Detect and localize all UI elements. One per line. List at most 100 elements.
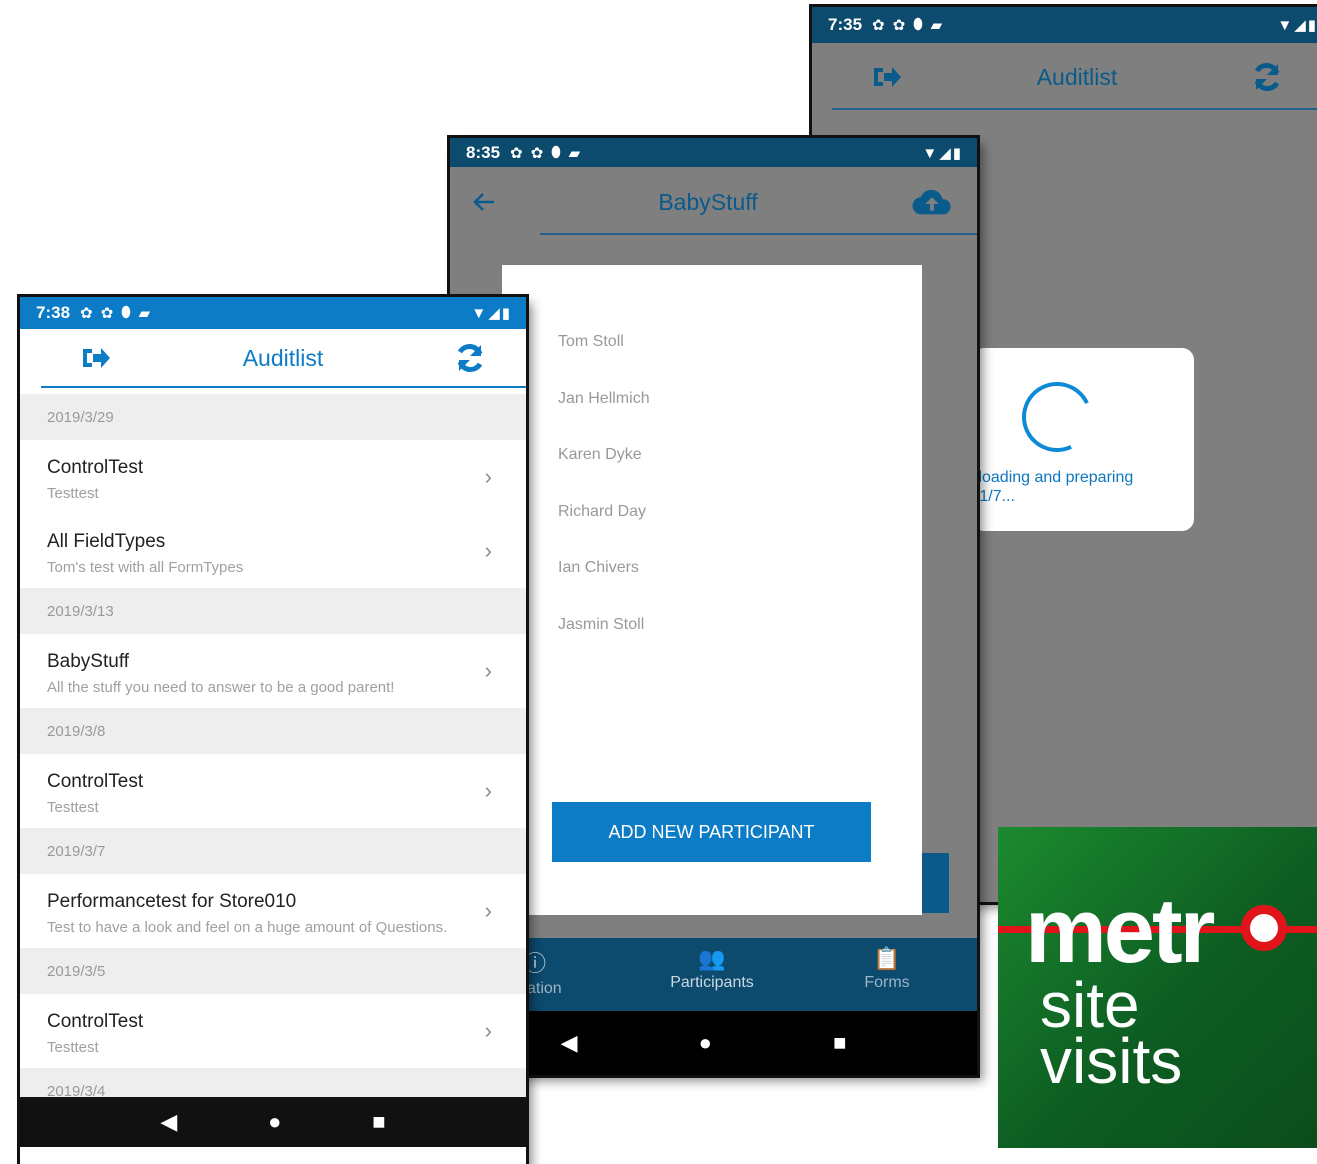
divider	[540, 233, 977, 235]
metro-site-visits-logo: metr site visits	[998, 827, 1317, 1148]
date-header: 2019/3/13	[20, 588, 526, 634]
back-triangle-icon[interactable]: ◀	[561, 1030, 578, 1056]
bottom-navigation: ⓘ rmation 👥 Participants 📋 Forms	[450, 938, 977, 1011]
signal-battery-icons: ▼◢▮	[1277, 17, 1317, 34]
tab-forms[interactable]: 📋 Forms	[822, 946, 952, 992]
recents-square-icon[interactable]: ■	[833, 1030, 846, 1056]
item-title: ControlTest	[47, 771, 144, 792]
add-new-participant-button[interactable]: ADD NEW PARTICIPANT	[552, 802, 871, 862]
gear-icon: ✿	[100, 305, 114, 322]
date-header: 2019/3/5	[20, 948, 526, 994]
tab-participants[interactable]: 👥 Participants	[647, 946, 777, 992]
participant-picker-sheet: Tom Stoll Jan Hellmich Karen Dyke Richar…	[502, 265, 922, 915]
item-subtitle: Tom's test with all FormTypes	[47, 559, 244, 576]
list-item[interactable]: BabyStuff All the stuff you need to answ…	[20, 634, 526, 708]
participant-item[interactable]: Jan Hellmich	[558, 390, 650, 447]
gear-icon: ✿	[510, 144, 523, 162]
status-bar: 8:35 ✿ ✿ ⬮ ▰ ▼◢▮	[450, 138, 977, 167]
sdcard-icon: ▰	[930, 17, 943, 34]
participant-item[interactable]: Karen Dyke	[558, 446, 650, 503]
sdcard-icon: ▰	[138, 305, 151, 322]
refresh-icon[interactable]	[450, 338, 490, 378]
shield-icon: ⬮	[551, 143, 561, 161]
chevron-right-icon: ›	[484, 464, 492, 489]
home-circle-icon[interactable]: ●	[699, 1030, 712, 1056]
logo-site-visits-text: site visits	[1040, 973, 1183, 1097]
item-title: ControlTest	[47, 457, 144, 478]
item-subtitle: All the stuff you need to answer to be a…	[47, 679, 395, 696]
app-bar: Auditlist	[20, 329, 526, 387]
status-time: 8:35	[466, 142, 501, 162]
status-bar: 7:35 ✿ ✿ ⬮ ▰ ▼◢▮	[812, 7, 1317, 43]
back-arrow-icon[interactable]	[464, 182, 504, 222]
participant-item[interactable]: Jasmin Stoll	[558, 616, 650, 673]
signal-battery-icons: ▼◢▮	[471, 305, 512, 322]
logo-station-dot	[1241, 905, 1287, 951]
divider	[832, 108, 1317, 110]
chevron-right-icon: ›	[484, 778, 492, 803]
recents-square-icon[interactable]: ■	[372, 1109, 385, 1135]
list-item[interactable]: All FieldTypes Tom's test with all FormT…	[20, 514, 526, 588]
back-triangle-icon[interactable]: ◀	[160, 1109, 177, 1135]
list-item[interactable]: ControlTest Testtest ›	[20, 440, 526, 514]
tab-label: Participants	[670, 974, 754, 991]
status-icons: ✿ ✿ ⬮ ▰	[80, 304, 150, 322]
divider	[41, 386, 526, 388]
home-circle-icon[interactable]: ●	[268, 1109, 281, 1135]
app-bar: Auditlist	[812, 43, 1317, 111]
date-header: 2019/3/8	[20, 708, 526, 754]
system-navigation-bar: ◀ ● ■	[20, 1097, 526, 1147]
gear-icon: ✿	[892, 17, 906, 34]
item-title: ControlTest	[47, 1011, 144, 1032]
status-bar: 7:38 ✿ ✿ ⬮ ▰ ▼◢▮	[20, 297, 526, 329]
chevron-right-icon: ›	[484, 1018, 492, 1043]
signal-battery-icons: ▼◢▮	[922, 144, 963, 162]
item-subtitle: Testtest	[47, 485, 99, 502]
page-title: Auditlist	[1036, 63, 1118, 90]
participant-item[interactable]: Tom Stoll	[558, 333, 650, 390]
item-title: BabyStuff	[47, 651, 130, 672]
shield-icon: ⬮	[913, 16, 923, 33]
phone-screen-auditlist: 7:38 ✿ ✿ ⬮ ▰ ▼◢▮ Auditlist 2019/3/29 Con…	[20, 297, 526, 1164]
gear-icon: ✿	[530, 144, 544, 162]
date-header: 2019/3/29	[20, 394, 526, 440]
tab-label: Forms	[864, 974, 910, 991]
page-title: BabyStuff	[658, 188, 758, 215]
cloud-upload-icon[interactable]	[912, 182, 952, 222]
item-subtitle: Testtest	[47, 1039, 99, 1056]
app-bar: BabyStuff	[450, 167, 977, 237]
status-time: 7:35	[828, 15, 863, 34]
list-item[interactable]: ControlTest Testtest ›	[20, 754, 526, 828]
phone-screen-participants: 8:35 ✿ ✿ ⬮ ▰ ▼◢▮ BabyStuff Tom Stoll Jan…	[450, 138, 977, 1075]
loading-message: wnloading and preparing dit 1/7...	[972, 469, 1134, 505]
item-title: All FieldTypes	[47, 531, 166, 552]
chevron-right-icon: ›	[484, 538, 492, 563]
item-subtitle: Test to have a look and feel on a huge a…	[47, 919, 448, 936]
logout-icon[interactable]	[867, 57, 907, 97]
users-icon: 👥	[698, 946, 726, 971]
date-header: 2019/3/7	[20, 828, 526, 874]
participant-list: Tom Stoll Jan Hellmich Karen Dyke Richar…	[558, 333, 650, 673]
clipboard-icon: 📋	[873, 946, 901, 971]
status-icons: ✿ ✿ ⬮ ▰	[510, 144, 580, 162]
loading-dialog: wnloading and preparing dit 1/7...	[972, 348, 1194, 531]
shield-icon: ⬮	[121, 304, 131, 321]
audit-list: 2019/3/29 ControlTest Testtest › All Fie…	[20, 394, 526, 1114]
status-icons: ✿ ✿ ⬮ ▰	[872, 16, 942, 34]
logout-icon[interactable]	[76, 338, 116, 378]
item-subtitle: Testtest	[47, 799, 99, 816]
gear-icon: ✿	[872, 17, 885, 34]
refresh-icon[interactable]	[1247, 57, 1287, 97]
gear-icon: ✿	[80, 305, 93, 322]
page-title: Auditlist	[242, 344, 324, 371]
participant-item[interactable]: Ian Chivers	[558, 559, 650, 616]
participant-item[interactable]: Richard Day	[558, 503, 650, 560]
status-time: 7:38	[36, 303, 71, 322]
system-navigation-bar: ◀ ● ■	[450, 1011, 977, 1075]
chevron-right-icon: ›	[484, 658, 492, 683]
logo-visits-word: visits	[1040, 1025, 1183, 1097]
list-item[interactable]: Performancetest for Store010 Test to hav…	[20, 874, 526, 948]
list-item[interactable]: ControlTest Testtest ›	[20, 994, 526, 1068]
underlying-button-edge	[922, 853, 949, 913]
chevron-right-icon: ›	[484, 898, 492, 923]
